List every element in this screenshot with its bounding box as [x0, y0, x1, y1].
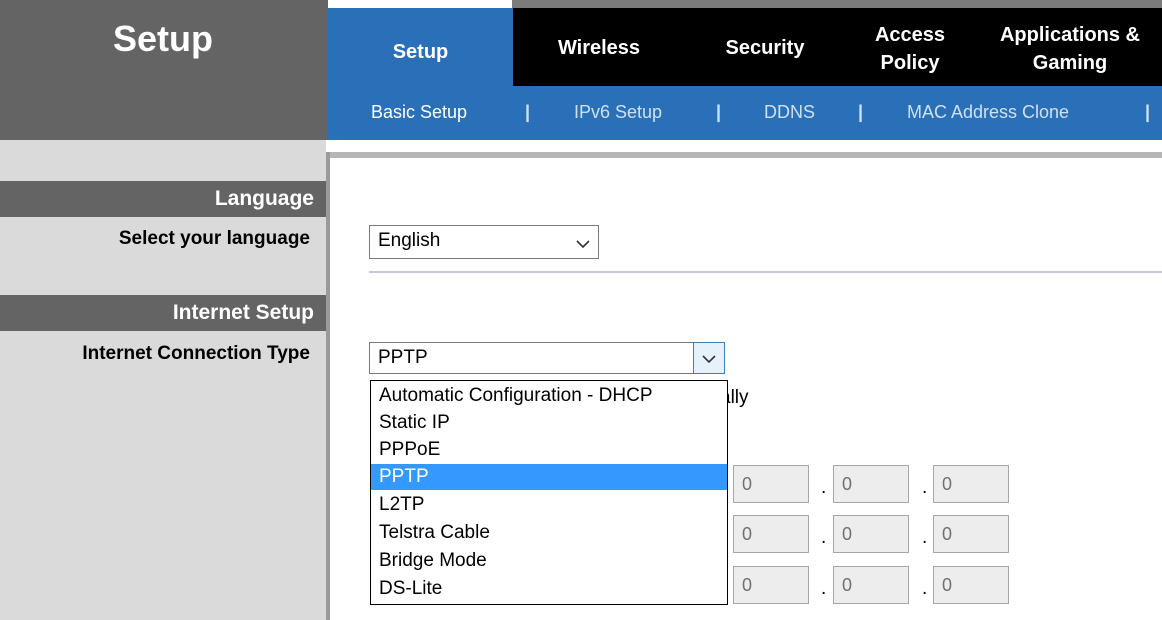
option-automatic-configuration-dhcp[interactable]: Automatic Configuration - DHCP	[371, 383, 727, 409]
subnav-ddns[interactable]: DDNS	[764, 102, 815, 123]
content-top-border	[330, 152, 1162, 158]
subnav-separator: |	[525, 102, 531, 122]
option-bridge-mode[interactable]: Bridge Mode	[371, 548, 727, 574]
subnav-separator: |	[716, 102, 722, 122]
section-header-internet-setup: Internet Setup	[0, 295, 326, 331]
ip-separator: .	[922, 527, 928, 548]
connection-type-select[interactable]: PPTP	[369, 342, 694, 374]
ip-octet-field[interactable]: 0	[833, 566, 909, 604]
ip-octet-field[interactable]: 0	[833, 515, 909, 553]
subnav-ipv6-setup[interactable]: IPv6 Setup	[574, 102, 662, 123]
option-l2tp[interactable]: L2TP	[371, 492, 727, 518]
tab-setup[interactable]: Setup	[328, 38, 513, 66]
connection-type-dropdown-button[interactable]	[693, 342, 725, 374]
tab-access-policy[interactable]: Access Policy	[845, 21, 975, 77]
tab-applications-gaming[interactable]: Applications & Gaming	[980, 21, 1160, 77]
ip-octet-field[interactable]: 0	[733, 515, 809, 553]
ip-separator: .	[922, 477, 928, 498]
section-divider	[369, 271, 1162, 273]
connection-type-dropdown-list: Automatic Configuration - DHCP Static IP…	[370, 380, 728, 605]
ip-octet-field[interactable]: 0	[933, 465, 1009, 503]
option-ds-lite[interactable]: DS-Lite	[371, 576, 727, 602]
section-header-language: Language	[0, 181, 326, 217]
subnav-mac-address-clone[interactable]: MAC Address Clone	[907, 102, 1069, 123]
label-select-language: Select your language	[118, 228, 310, 249]
chevron-down-icon	[702, 355, 716, 364]
ip-separator: .	[821, 527, 827, 548]
language-select-value: English	[378, 230, 441, 251]
brand-title: Setup	[112, 18, 213, 59]
connection-type-value: PPTP	[378, 347, 428, 368]
subnav-basic-setup[interactable]: Basic Setup	[371, 102, 467, 123]
language-select[interactable]: English	[369, 225, 599, 259]
option-static-ip[interactable]: Static IP	[371, 410, 727, 436]
ip-octet-field[interactable]: 0	[733, 465, 809, 503]
chevron-down-icon	[576, 240, 590, 249]
tab-access-policy-line1: Access	[874, 24, 946, 46]
ip-octet-field[interactable]: 0	[933, 515, 1009, 553]
tab-strip-border	[512, 0, 1162, 8]
subnav-separator: |	[1145, 102, 1151, 122]
tab-security[interactable]: Security	[685, 34, 845, 62]
tab-applications-line2: Gaming	[1032, 52, 1108, 74]
option-telstra-cable[interactable]: Telstra Cable	[371, 520, 727, 546]
ip-octet-field[interactable]: 0	[733, 566, 809, 604]
option-pptp[interactable]: PPTP	[371, 464, 727, 490]
option-pppoe[interactable]: PPPoE	[371, 437, 727, 463]
tab-wireless[interactable]: Wireless	[513, 34, 685, 62]
ip-octet-field[interactable]: 0	[833, 465, 909, 503]
ip-separator: .	[821, 477, 827, 498]
tab-access-policy-line2: Policy	[880, 52, 940, 74]
tab-applications-line1: Applications &	[999, 24, 1140, 46]
ip-octet-field[interactable]: 0	[933, 566, 1009, 604]
ip-separator: .	[821, 578, 827, 599]
subnav-separator: |	[858, 102, 864, 122]
ip-separator: .	[922, 578, 928, 599]
label-internet-connection-type: Internet Connection Type	[82, 343, 310, 364]
